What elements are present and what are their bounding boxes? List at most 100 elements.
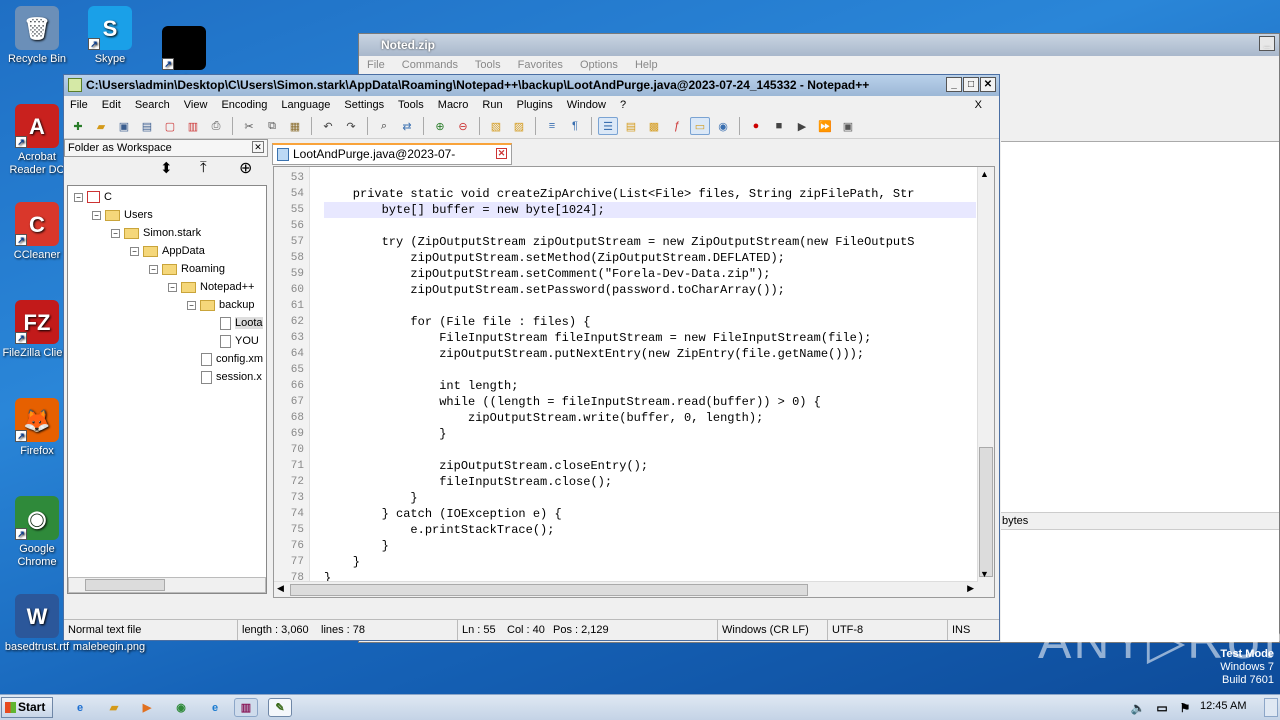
paste-icon[interactable]: ▦ — [285, 117, 305, 135]
show-all-chars-icon[interactable]: ¶ — [565, 117, 585, 135]
close-button[interactable]: ✕ — [980, 77, 996, 92]
find-icon[interactable]: ⌕ — [374, 117, 394, 135]
tree-node-c[interactable]: − C — [74, 188, 112, 206]
winrar-menu-file[interactable]: File — [367, 59, 385, 71]
winrar-menu-tools[interactable]: Tools — [475, 59, 501, 71]
menu-view[interactable]: View — [184, 99, 208, 111]
show-desktop-button[interactable] — [1264, 698, 1278, 717]
notepadpp-window[interactable]: C:\Users\admin\Desktop\C\Users\Simon.sta… — [63, 74, 1000, 641]
start-button[interactable]: Start — [1, 697, 53, 718]
menu-encoding[interactable]: Encoding — [221, 99, 267, 111]
tree-node-appdata[interactable]: − AppData — [130, 242, 205, 260]
folder-workspace-icon[interactable]: ▭ — [690, 117, 710, 135]
sync-vertical-icon[interactable]: ▧ — [486, 117, 506, 135]
replace-icon[interactable]: ⇄ — [397, 117, 417, 135]
menu-run[interactable]: Run — [482, 99, 502, 111]
save-all-icon[interactable]: ▤ — [137, 117, 157, 135]
cut-icon[interactable]: ✂ — [239, 117, 259, 135]
taskbar-media-player-icon[interactable]: ▶ — [135, 698, 159, 717]
scroll-thumb[interactable] — [290, 584, 808, 596]
desktop-icon[interactable]: S ↗ Skype — [73, 6, 147, 66]
workspace-tree[interactable]: − C − Users − Simon.stark − AppData − Roaming… — [67, 185, 267, 594]
zoom-in-icon[interactable]: ⊕ — [430, 117, 450, 135]
clock[interactable]: 12:45 AM — [1200, 700, 1246, 712]
zoom-out-icon[interactable]: ⊖ — [453, 117, 473, 135]
menu-language[interactable]: Language — [281, 99, 330, 111]
workspace-close-icon[interactable]: ✕ — [252, 141, 264, 153]
tree-node-simon-stark[interactable]: − Simon.stark — [111, 224, 201, 242]
macro-stop-icon[interactable]: ■ — [769, 117, 789, 135]
save-icon[interactable]: ▣ — [114, 117, 134, 135]
sync-horizontal-icon[interactable]: ▨ — [509, 117, 529, 135]
close-all-icon[interactable]: ▥ — [183, 117, 203, 135]
taskbar-edge-icon[interactable]: e — [203, 698, 227, 717]
copy-icon[interactable]: ⧉ — [262, 117, 282, 135]
taskbar-winrar-icon[interactable]: ▥ — [234, 698, 258, 717]
desktop-icon[interactable]: 🗑 Recycle Bin — [0, 6, 74, 66]
workspace-hscrollbar[interactable] — [68, 577, 266, 593]
monitoring-icon[interactable]: ◉ — [713, 117, 733, 135]
macro-run-multiple-icon[interactable]: ⏩ — [815, 117, 835, 135]
menu-search[interactable]: Search — [135, 99, 170, 111]
undo-icon[interactable]: ↶ — [318, 117, 338, 135]
minimize-button[interactable]: _ — [946, 77, 962, 92]
editor-vscrollbar[interactable]: ▲ ▼ — [977, 167, 994, 597]
winrar-menu-options[interactable]: Options — [580, 59, 618, 71]
npp-titlebar[interactable]: C:\Users\admin\Desktop\C\Users\Simon.sta… — [64, 75, 999, 96]
macro-record-icon[interactable]: ● — [746, 117, 766, 135]
winrar-file-pane[interactable]: bytes — [1001, 141, 1279, 642]
word-wrap-icon[interactable]: ≡ — [542, 117, 562, 135]
scroll-up-icon[interactable]: ▲ — [980, 169, 989, 179]
menu-close-document[interactable]: X — [975, 96, 982, 115]
macro-save-icon[interactable]: ▣ — [838, 117, 858, 135]
scroll-left-icon[interactable]: ◀ — [277, 583, 284, 594]
tab-close-icon[interactable]: ✕ — [496, 148, 507, 159]
indent-guide-icon[interactable]: ☰ — [598, 117, 618, 135]
tree-node-users[interactable]: − Users — [92, 206, 153, 224]
volume-icon[interactable]: 🔈 — [1126, 698, 1150, 717]
code-editor[interactable]: 53 54 55 56 57 58 59 60 61 62 63 64 65 66 67 68 69 70 71 72… — [273, 166, 995, 598]
winrar-menu-help[interactable]: Help — [635, 59, 658, 71]
winrar-menu-commands[interactable]: Commands — [402, 59, 458, 71]
tree-node-roaming[interactable]: − Roaming — [149, 260, 225, 278]
tab-lootandpurge[interactable]: LootAndPurge.java@2023-07-24_145332 ✕ — [272, 143, 512, 179]
winrar-minimize-button[interactable]: _ — [1259, 36, 1275, 51]
doc-map-icon[interactable]: ▩ — [644, 117, 664, 135]
new-file-icon[interactable]: ✚ — [68, 117, 88, 135]
action-center-flag-icon[interactable]: ⚑ — [1173, 698, 1197, 717]
menu-settings[interactable]: Settings — [344, 99, 384, 111]
locate-file-icon[interactable]: ⊕ — [239, 158, 252, 178]
network-icon[interactable]: ▭ — [1150, 698, 1174, 717]
tree-node-lootandpurge[interactable]: Loota — [220, 314, 263, 332]
tree-node-notepadpp[interactable]: − Notepad++ — [168, 278, 254, 296]
menu-help[interactable]: ? — [620, 99, 626, 111]
redo-icon[interactable]: ↷ — [341, 117, 361, 135]
print-icon[interactable]: ⎙ — [206, 117, 226, 135]
close-file-icon[interactable]: ▢ — [160, 117, 180, 135]
scroll-thumb[interactable] — [85, 579, 165, 591]
editor-hscrollbar[interactable]: ◀ ▶ — [274, 581, 978, 597]
collapse-all-icon[interactable]: ⤒ — [200, 159, 207, 176]
taskbar-explorer-icon[interactable]: ▰ — [102, 698, 126, 717]
tree-node-session[interactable]: session.x — [201, 368, 262, 386]
scroll-thumb[interactable] — [979, 447, 993, 577]
function-list-icon[interactable]: ƒ — [667, 117, 687, 135]
taskbar-chrome-icon[interactable]: ◉ — [169, 698, 193, 717]
open-file-icon[interactable]: ▰ — [91, 117, 111, 135]
menu-edit[interactable]: Edit — [102, 99, 121, 111]
winrar-titlebar[interactable]: Noted.zip _ — [359, 34, 1279, 56]
maximize-button[interactable]: □ — [963, 77, 979, 92]
menu-file[interactable]: File — [70, 99, 88, 111]
user-language-icon[interactable]: ▤ — [621, 117, 641, 135]
tree-node-you[interactable]: YOU — [220, 332, 259, 350]
macro-play-icon[interactable]: ▶ — [792, 117, 812, 135]
tree-node-config[interactable]: config.xm — [201, 350, 263, 368]
menu-window[interactable]: Window — [567, 99, 606, 111]
tree-node-backup[interactable]: − backup — [187, 296, 254, 314]
scroll-right-icon[interactable]: ▶ — [967, 583, 974, 594]
scroll-down-icon[interactable]: ▼ — [980, 569, 989, 579]
menu-macro[interactable]: Macro — [438, 99, 469, 111]
menu-plugins[interactable]: Plugins — [517, 99, 553, 111]
taskbar-notepadpp-icon[interactable]: ✎ — [268, 698, 292, 717]
winrar-menu-favorites[interactable]: Favorites — [518, 59, 563, 71]
